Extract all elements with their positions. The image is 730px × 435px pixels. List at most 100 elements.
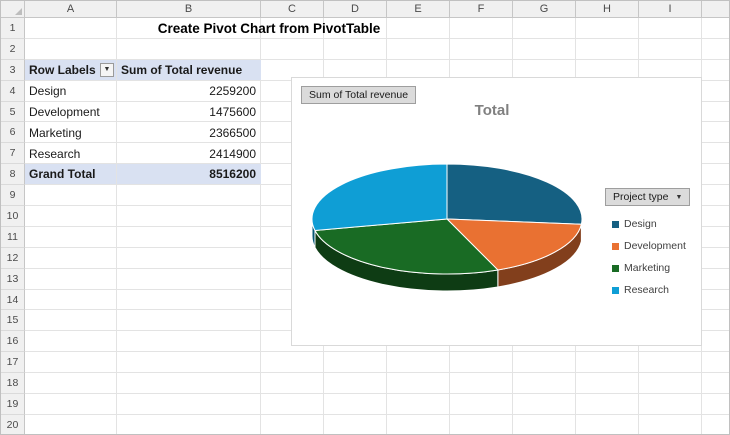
grid-cell[interactable] [25, 373, 117, 395]
grid-cell[interactable] [702, 206, 729, 227]
grid-cell[interactable] [702, 331, 729, 353]
grid-cell[interactable] [117, 414, 261, 434]
grand-total-value-cell[interactable]: 8516200 [117, 164, 261, 184]
legend-item[interactable]: Marketing [612, 262, 686, 274]
row-header-2[interactable]: 2 [1, 38, 25, 60]
grid-cell[interactable] [576, 373, 639, 395]
pivot-row-value-cell[interactable]: 2259200 [117, 81, 261, 102]
grid-cell[interactable] [702, 18, 729, 39]
column-header-C[interactable]: C [261, 1, 324, 18]
row-header-11[interactable]: 11 [1, 226, 25, 248]
legend-item[interactable]: Development [612, 240, 686, 252]
grid-cell[interactable] [639, 373, 702, 395]
grid-cell[interactable] [117, 247, 261, 269]
grid-cell[interactable] [387, 352, 450, 374]
grid-cell[interactable] [25, 414, 117, 434]
grid-cell[interactable] [702, 248, 729, 269]
grid-cell[interactable] [702, 415, 729, 434]
grid-cell[interactable] [513, 18, 576, 39]
column-header-G[interactable]: G [513, 1, 576, 18]
grid-cell[interactable] [117, 394, 261, 415]
pivot-row-label-cell[interactable]: Development [25, 101, 117, 123]
grid-cell[interactable] [25, 226, 117, 248]
grid-cell[interactable] [117, 373, 261, 395]
grid-cell[interactable] [639, 394, 702, 415]
grid-cell[interactable] [25, 185, 117, 207]
grid-cell[interactable] [25, 394, 117, 415]
grid-cell[interactable] [261, 414, 324, 434]
column-header-F[interactable]: F [450, 1, 513, 18]
grid-cell[interactable] [25, 206, 117, 227]
pivot-row-value-cell[interactable]: 2366500 [117, 122, 261, 143]
grid-cell[interactable] [576, 394, 639, 415]
grid-cell[interactable] [702, 269, 729, 290]
row-header-13[interactable]: 13 [1, 268, 25, 290]
row-header-15[interactable]: 15 [1, 310, 25, 332]
grid-cell[interactable] [387, 38, 450, 60]
grid-cell[interactable] [25, 352, 117, 374]
grid-cell[interactable] [576, 352, 639, 374]
legend-item[interactable]: Design [612, 218, 686, 230]
grid-cell[interactable] [702, 290, 729, 311]
column-header-I[interactable]: I [639, 1, 702, 18]
grid-cell[interactable] [513, 414, 576, 434]
row-header-10[interactable]: 10 [1, 206, 25, 227]
pie-slice[interactable] [311, 163, 448, 232]
grid-cell[interactable] [702, 81, 729, 102]
grid-cell[interactable] [324, 414, 387, 434]
pivot-row-value-cell[interactable]: 2414900 [117, 143, 261, 164]
grid-cell[interactable] [702, 373, 729, 395]
grid-cell[interactable] [702, 185, 729, 207]
grid-cell[interactable] [639, 414, 702, 434]
grid-cell[interactable] [450, 373, 513, 395]
row-header-19[interactable]: 19 [1, 394, 25, 415]
grid-cell[interactable] [702, 39, 729, 60]
grid-cell[interactable] [513, 38, 576, 60]
row-header-14[interactable]: 14 [1, 289, 25, 311]
chart-legend[interactable]: Design Development Marketing Research [612, 218, 686, 296]
grid-cell[interactable] [702, 310, 729, 332]
grid-cell[interactable] [387, 394, 450, 415]
grid-cell[interactable] [702, 102, 729, 123]
grid-cell[interactable] [25, 38, 117, 60]
pie-chart[interactable] [292, 128, 612, 318]
grid-cell[interactable] [513, 352, 576, 374]
grid-cell[interactable] [576, 18, 639, 39]
grid-cell[interactable] [117, 206, 261, 227]
select-all-corner[interactable] [1, 1, 25, 18]
row-header-8[interactable]: 8 [1, 164, 25, 186]
column-header-A[interactable]: A [25, 1, 117, 18]
grid-cell[interactable] [576, 414, 639, 434]
grid-cell[interactable] [117, 268, 261, 290]
grid-cell[interactable] [702, 164, 729, 186]
grid-cell[interactable] [387, 373, 450, 395]
pivot-chart[interactable]: Sum of Total revenue Total Project type … [291, 77, 702, 346]
grid-cell[interactable] [513, 394, 576, 415]
row-header-12[interactable]: 12 [1, 247, 25, 269]
grid-cell[interactable] [450, 394, 513, 415]
row-header-9[interactable]: 9 [1, 185, 25, 207]
grand-total-label-cell[interactable]: Grand Total [25, 164, 117, 185]
legend-item[interactable]: Research [612, 284, 686, 296]
grid-cell[interactable] [702, 394, 729, 415]
grid-cell[interactable] [117, 331, 261, 353]
grid-cell[interactable] [702, 122, 729, 144]
project-type-field-button[interactable]: Project type ▼ [605, 188, 691, 206]
grid-cell[interactable] [261, 394, 324, 415]
column-header-E[interactable]: E [387, 1, 450, 18]
grid-cell[interactable] [324, 373, 387, 395]
grid-cell[interactable] [117, 185, 261, 207]
column-header-H[interactable]: H [576, 1, 639, 18]
grid-cell[interactable] [450, 414, 513, 434]
grid-cell[interactable] [261, 352, 324, 374]
grid-cell[interactable] [25, 289, 117, 311]
pivot-row-label-cell[interactable]: Research [25, 143, 117, 165]
grid-cell[interactable] [702, 352, 729, 374]
grid-cell[interactable] [639, 18, 702, 39]
grid-cell[interactable] [387, 414, 450, 434]
row-header-17[interactable]: 17 [1, 352, 25, 374]
grid-cell[interactable] [25, 268, 117, 290]
row-header-5[interactable]: 5 [1, 101, 25, 123]
grid-cell[interactable] [324, 352, 387, 374]
grid-cell[interactable] [25, 331, 117, 353]
